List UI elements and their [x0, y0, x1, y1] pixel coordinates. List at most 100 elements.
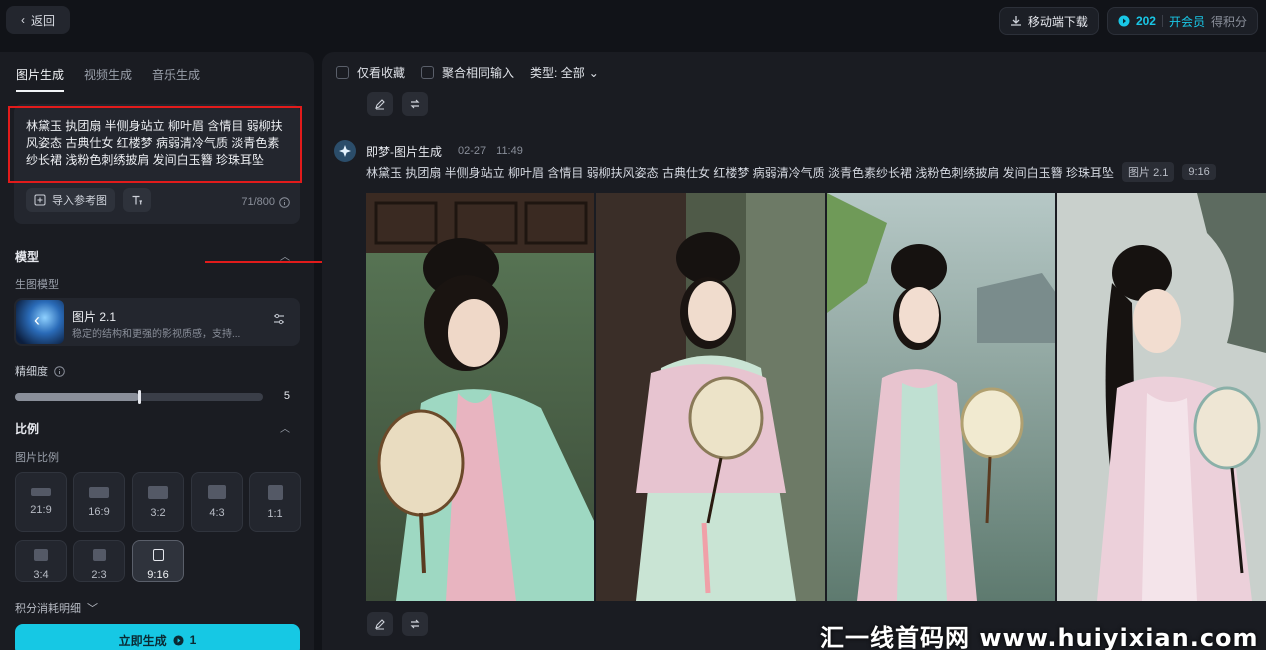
ratio-option-4-3[interactable]: 4:3 [191, 472, 243, 532]
filter-bar: 仅看收藏 聚合相同输入 类型: 全部 ⌄ [336, 64, 599, 81]
import-reference-button[interactable]: 导入参考图 [26, 188, 115, 212]
entry-header: 即梦-图片生成 02-27 11:49 [334, 140, 523, 162]
generated-image-1[interactable] [366, 193, 595, 601]
edit-button[interactable] [367, 92, 393, 116]
ratio-label: 3:2 [150, 506, 166, 519]
prompt-tools: 导入参考图 [26, 188, 151, 212]
ratio-shape [89, 486, 109, 498]
ratio-tag: 9:16 [1182, 164, 1216, 180]
image-gallery [366, 193, 1266, 601]
refresh-icon [410, 99, 420, 109]
entry-date: 02-27 [458, 145, 487, 157]
membership-link[interactable]: 开会员 [1169, 13, 1205, 30]
detail-slider[interactable] [15, 390, 263, 404]
model-tag: 图片 2.1 [1122, 162, 1175, 182]
credits-pill[interactable]: 202 开会员 得积分 [1106, 7, 1258, 35]
model-thumbnail: ‹ [16, 300, 64, 344]
image-add-icon [34, 194, 46, 206]
results-panel: 仅看收藏 聚合相同输入 类型: 全部 ⌄ 即梦-图片生成 02-27 11:49 … [322, 52, 1266, 650]
credit-coin-icon [1118, 15, 1130, 27]
slider-handle[interactable] [138, 390, 141, 404]
tab-music-generation[interactable]: 音乐生成 [152, 66, 200, 90]
pencil-icon [375, 99, 385, 110]
merge-inputs-label: 聚合相同输入 [442, 66, 515, 80]
ratio-shape [92, 549, 106, 561]
refresh-icon [410, 619, 420, 629]
ratio-option-3-4[interactable]: 3:4 [15, 540, 67, 582]
detail-label-row: 精细度 [15, 363, 65, 379]
download-label: 移动端下载 [1027, 14, 1088, 29]
ratio-option-21-9[interactable]: 21:9 [15, 472, 67, 532]
ratio-shape [267, 484, 283, 500]
type-filter-dropdown[interactable]: 类型: 全部 ⌄ [530, 64, 599, 81]
model-name: 图片 2.1 [72, 310, 117, 324]
slider-fill [15, 393, 139, 401]
text-icon [132, 195, 142, 205]
credits-count: 202 [1135, 14, 1156, 28]
generate-button[interactable]: 立即生成 1 [15, 624, 300, 650]
generated-image-4[interactable] [1057, 193, 1266, 601]
generation-tabs: 图片生成 视频生成 音乐生成 [0, 52, 314, 92]
ratio-label: 9:16 [147, 569, 169, 581]
mobile-download-button[interactable]: 移动端下载 [998, 7, 1099, 35]
ratio-label: 1:1 [267, 507, 283, 520]
char-count-value: 71/800 [241, 196, 275, 208]
settings-sliders-icon[interactable] [272, 312, 286, 326]
chevron-up-icon[interactable]: ︿ [280, 420, 290, 435]
ratio-option-16-9[interactable]: 16:9 [73, 472, 125, 532]
ratio-label: 16:9 [88, 505, 110, 518]
edit-button[interactable] [367, 612, 393, 636]
import-reference-label: 导入参考图 [52, 195, 107, 207]
generate-cost: 1 [189, 633, 197, 647]
generated-image-2[interactable] [596, 193, 825, 601]
regenerate-button[interactable] [402, 612, 428, 636]
tab-video-generation[interactable]: 视频生成 [84, 66, 132, 90]
tab-image-generation[interactable]: 图片生成 [16, 66, 65, 92]
credits-detail-label: 积分消耗明细 [15, 603, 81, 615]
top-right-actions: 移动端下载 202 开会员 得积分 [998, 7, 1258, 35]
text-format-button[interactable] [123, 188, 151, 212]
top-bar: ‹ 返回 移动端下载 202 开会员 得积分 [0, 0, 1266, 44]
site-watermark: 汇一线首码网 www.huiyixian.com [820, 624, 1259, 650]
gen-model-label: 生图模型 [15, 279, 59, 291]
ratio-shape [34, 549, 48, 561]
ratio-sub-label: 图片比例 [15, 452, 59, 464]
ratio-option-1-1[interactable]: 1:1 [249, 472, 301, 532]
ratio-shape [208, 485, 226, 499]
ratio-shape [152, 549, 164, 561]
ratio-option-2-3[interactable]: 2:3 [73, 540, 125, 582]
char-count: 71/800 [241, 196, 290, 208]
checkbox-box [336, 66, 349, 79]
chevron-down-icon: ﹀ [87, 603, 98, 615]
app-logo-icon [334, 140, 356, 162]
credits-detail-toggle[interactable]: 积分消耗明细 ﹀ [15, 600, 98, 616]
ratio-shape [31, 488, 51, 496]
entry-prompt: 林黛玉 执团扇 半侧身站立 柳叶眉 含情目 弱柳扶风姿态 古典仕女 红楼梦 病弱… [366, 165, 1115, 180]
regenerate-button[interactable] [402, 92, 428, 116]
info-icon[interactable] [279, 196, 290, 208]
divider [1161, 15, 1163, 27]
earn-points-link[interactable]: 得积分 [1211, 13, 1247, 30]
detail-value: 5 [283, 390, 290, 402]
ratio-label: 3:4 [33, 569, 49, 581]
ratio-section-title: 比例 [15, 422, 40, 436]
merge-inputs-checkbox[interactable]: 聚合相同输入 [421, 64, 514, 81]
chevron-down-icon: ⌄ [588, 65, 599, 80]
info-icon[interactable] [54, 365, 65, 377]
ratio-label: 2:3 [91, 569, 107, 581]
favorites-only-checkbox[interactable]: 仅看收藏 [336, 64, 405, 81]
credit-coin-icon [173, 634, 184, 646]
ratio-option-9-16[interactable]: 9:16 [132, 540, 184, 582]
ratio-label: 4:3 [209, 507, 225, 519]
left-panel: 图片生成 视频生成 音乐生成 林黛玉 执团扇 半侧身站立 柳叶眉 含情目 弱柳扶… [0, 52, 314, 650]
model-selector[interactable]: ‹ 图片 2.1 稳定的结构和更强的影视质感，支持... [14, 298, 300, 346]
download-icon [1010, 16, 1021, 26]
favorites-only-label: 仅看收藏 [357, 66, 406, 80]
generated-image-3[interactable] [826, 193, 1056, 601]
back-button[interactable]: ‹ 返回 [6, 6, 70, 34]
entry-time: 11:49 [496, 145, 523, 157]
annotation-highlight-box [8, 106, 302, 183]
model-description: 稳定的结构和更强的影视质感，支持... [72, 329, 241, 340]
ratio-option-3-2[interactable]: 3:2 [132, 472, 184, 532]
pencil-icon [375, 619, 385, 630]
